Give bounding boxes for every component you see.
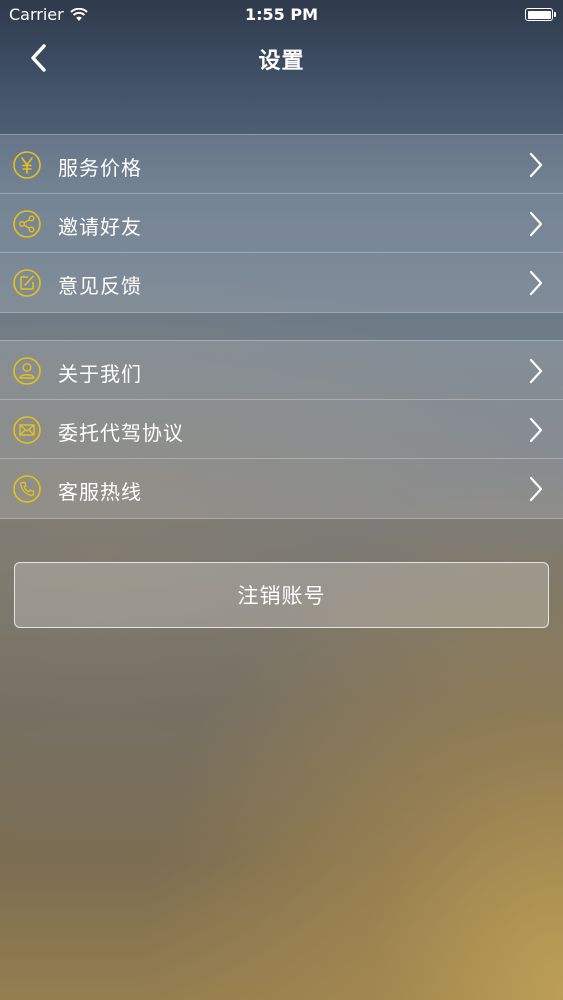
chevron-right-icon — [529, 476, 543, 502]
navigation-bar: 设置 — [0, 30, 563, 88]
settings-item-customer-hotline[interactable]: 客服热线 — [0, 459, 563, 518]
settings-item-label: 客服热线 — [58, 480, 142, 504]
edit-icon — [12, 268, 42, 298]
settings-item-feedback[interactable]: 意见反馈 — [0, 253, 563, 312]
settings-item-driving-agreement[interactable]: 委托代驾协议 — [0, 400, 563, 459]
settings-item-about-us[interactable]: 关于我们 — [0, 341, 563, 400]
settings-group-2: 关于我们 委托代驾协议 客服热线 — [0, 340, 563, 519]
mail-icon — [12, 415, 42, 445]
status-bar: Carrier 1:55 PM — [0, 0, 563, 30]
settings-item-service-price[interactable]: 服务价格 — [0, 135, 563, 194]
user-icon — [12, 356, 42, 386]
logout-button[interactable]: 注销账号 — [14, 562, 549, 628]
settings-item-label: 委托代驾协议 — [58, 421, 184, 445]
chevron-right-icon — [529, 211, 543, 237]
settings-item-label: 关于我们 — [58, 362, 142, 386]
chevron-right-icon — [529, 270, 543, 296]
battery-icon — [525, 8, 556, 21]
settings-item-label: 服务价格 — [58, 156, 142, 180]
chevron-right-icon — [529, 417, 543, 443]
settings-item-label: 邀请好友 — [58, 215, 142, 239]
battery-level — [527, 10, 551, 19]
settings-group-1: 服务价格 邀请好友 意见反馈 — [0, 134, 563, 313]
settings-item-label: 意见反馈 — [58, 274, 142, 298]
chevron-right-icon — [529, 152, 543, 178]
settings-item-invite-friends[interactable]: 邀请好友 — [0, 194, 563, 253]
chevron-right-icon — [529, 358, 543, 384]
yen-icon — [12, 150, 42, 180]
phone-icon — [12, 474, 42, 504]
share-icon — [12, 209, 42, 239]
status-time: 1:55 PM — [244, 5, 318, 24]
page-title: 设置 — [258, 49, 305, 74]
